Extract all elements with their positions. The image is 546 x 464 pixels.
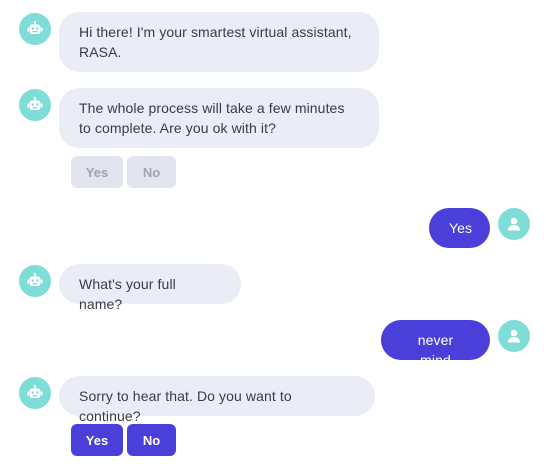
no-button[interactable]: No bbox=[127, 156, 176, 188]
bot-avatar bbox=[19, 89, 51, 121]
robot-icon bbox=[27, 273, 43, 286]
bot-message: Hi there! I'm your smartest virtual assi… bbox=[59, 12, 379, 72]
bot-avatar bbox=[19, 13, 51, 45]
user-message: Yes bbox=[429, 208, 490, 248]
chat-window: Hi there! I'm your smartest virtual assi… bbox=[0, 0, 546, 464]
bot-avatar bbox=[19, 265, 51, 297]
user-icon bbox=[508, 329, 520, 343]
bot-message: What's your full name? bbox=[59, 264, 241, 312]
user-avatar bbox=[498, 208, 530, 240]
bot-message: Sorry to hear that. Do you want to conti… bbox=[59, 376, 375, 424]
user-icon bbox=[508, 217, 520, 231]
user-avatar bbox=[498, 320, 530, 352]
robot-icon bbox=[27, 21, 43, 34]
yes-button[interactable]: Yes bbox=[71, 424, 123, 456]
robot-icon bbox=[27, 385, 43, 398]
yes-button[interactable]: Yes bbox=[71, 156, 123, 188]
bot-avatar bbox=[19, 377, 51, 409]
user-message: never mind bbox=[381, 320, 490, 368]
bot-message: The whole process will take a few minute… bbox=[59, 88, 379, 148]
no-button[interactable]: No bbox=[127, 424, 176, 456]
robot-icon bbox=[27, 97, 43, 110]
